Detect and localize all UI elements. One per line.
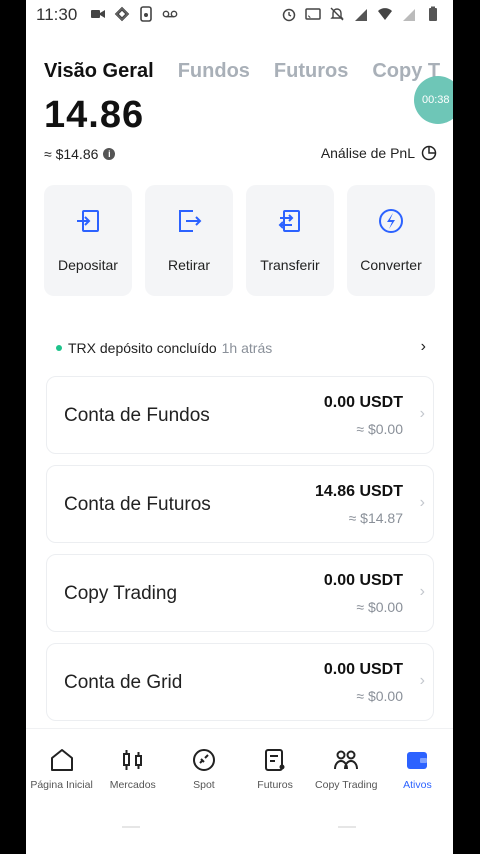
tab-funds[interactable]: Fundos bbox=[178, 60, 250, 83]
nav-label: Futuros bbox=[257, 779, 293, 791]
markets-icon bbox=[122, 750, 142, 770]
account-tabs: Visão Geral Fundos Futuros Copy T bbox=[44, 60, 440, 83]
withdraw-button[interactable]: Retirar bbox=[145, 185, 233, 296]
screen-recorder-timer[interactable]: 00:38 bbox=[414, 76, 453, 124]
deposit-icon bbox=[77, 210, 99, 232]
wifi-icon bbox=[378, 8, 392, 20]
gesture-mark bbox=[122, 826, 140, 828]
battery-icon bbox=[429, 6, 437, 21]
nav-label: Mercados bbox=[109, 779, 156, 791]
transfer-button[interactable]: Transferir bbox=[246, 185, 334, 296]
status-dot bbox=[56, 345, 62, 351]
nav-label: Copy Trading bbox=[315, 779, 378, 791]
transfer-label: Transferir bbox=[260, 257, 320, 273]
account-amount: 14.86 USDT bbox=[314, 483, 403, 500]
account-fiat: ≈ $0.00 bbox=[356, 421, 403, 437]
deposit-notice[interactable]: TRX depósito concluído 1h atrás › bbox=[56, 338, 426, 358]
nav-label: Spot bbox=[193, 779, 215, 791]
pie-chart-icon bbox=[421, 145, 437, 161]
status-left-icons bbox=[90, 6, 178, 22]
notice-time: 1h atrás bbox=[221, 340, 273, 356]
convert-icon bbox=[379, 209, 403, 233]
voicemail-icon bbox=[162, 10, 178, 18]
withdraw-icon bbox=[179, 210, 202, 232]
nav-copy-trading[interactable]: Copy Trading bbox=[311, 729, 382, 800]
assets-icon bbox=[407, 752, 428, 769]
chevron-right-icon: › bbox=[419, 494, 425, 511]
account-card-futures[interactable]: Conta de Futuros 14.86 USDT ≈ $14.87 › bbox=[46, 465, 434, 543]
balance-approx: ≈ $14.86 i bbox=[44, 146, 116, 162]
deposit-label: Depositar bbox=[58, 257, 118, 273]
info-icon[interactable]: i bbox=[103, 148, 116, 160]
account-fiat: ≈ $0.00 bbox=[356, 688, 403, 704]
account-card-grid[interactable]: Conta de Grid 0.00 USDT ≈ $0.00 › bbox=[46, 643, 434, 721]
account-amount: 0.00 USDT bbox=[323, 661, 403, 678]
convert-button[interactable]: Converter bbox=[347, 185, 435, 296]
nav-markets[interactable]: Mercados bbox=[97, 729, 168, 800]
nav-label: Página Inicial bbox=[30, 779, 93, 791]
nav-assets[interactable]: Ativos bbox=[382, 729, 453, 800]
video-icon bbox=[91, 10, 105, 18]
chevron-right-icon: › bbox=[419, 405, 425, 422]
chevron-right-icon: › bbox=[419, 672, 425, 689]
gesture-bar bbox=[26, 800, 453, 854]
app-screen: 11:30 Visão Geral Fundos Futuros Copy T … bbox=[26, 0, 453, 854]
account-name: Conta de Fundos bbox=[64, 405, 210, 426]
account-card-funds[interactable]: Conta de Fundos 0.00 USDT ≈ $0.00 › bbox=[46, 376, 434, 454]
nav-home[interactable]: Página Inicial bbox=[26, 729, 97, 800]
status-bar: 11:30 bbox=[26, 0, 453, 32]
status-time: 11:30 bbox=[36, 5, 78, 24]
balance-fiat: ≈ $14.86 bbox=[44, 146, 99, 162]
pnl-label: Análise de PnL bbox=[320, 145, 415, 161]
account-name: Conta de Futuros bbox=[64, 494, 211, 515]
convert-label: Converter bbox=[360, 257, 422, 273]
tab-overview[interactable]: Visão Geral bbox=[44, 60, 154, 83]
pnl-analysis-link[interactable]: Análise de PnL bbox=[321, 145, 437, 161]
quick-actions: Depositar Retirar Transferir Converter bbox=[44, 185, 435, 296]
bottom-navigation: Página Inicial Mercados Spot Futuros Cop… bbox=[26, 728, 453, 800]
withdraw-label: Retirar bbox=[167, 257, 210, 273]
signal-4g-icon bbox=[355, 9, 367, 21]
nav-label: Ativos bbox=[403, 779, 432, 791]
alarm-icon bbox=[282, 8, 296, 22]
nav-futures[interactable]: Futuros bbox=[240, 729, 311, 800]
account-name: Copy Trading bbox=[64, 583, 178, 604]
nav-spot[interactable]: Spot bbox=[168, 729, 239, 800]
cast-icon bbox=[305, 8, 321, 20]
phone-icon bbox=[140, 6, 152, 22]
spot-icon bbox=[192, 749, 215, 771]
gesture-mark bbox=[338, 826, 356, 828]
account-name: Conta de Grid bbox=[64, 672, 183, 693]
futures-icon bbox=[265, 749, 285, 771]
account-fiat: ≈ $14.87 bbox=[348, 510, 403, 526]
account-fiat: ≈ $0.00 bbox=[356, 599, 403, 615]
chevron-right-icon: › bbox=[420, 338, 426, 355]
deposit-button[interactable]: Depositar bbox=[44, 185, 132, 296]
copy-trading-icon bbox=[334, 750, 359, 770]
signal-icon bbox=[403, 9, 415, 21]
total-balance: 14.86 bbox=[44, 94, 145, 136]
mute-icon bbox=[330, 7, 344, 21]
transfer-icon bbox=[278, 210, 300, 232]
account-card-copy-trading[interactable]: Copy Trading 0.00 USDT ≈ $0.00 › bbox=[46, 554, 434, 632]
tab-futures[interactable]: Futuros bbox=[274, 60, 348, 83]
account-amount: 0.00 USDT bbox=[323, 394, 403, 411]
status-right-icons bbox=[281, 6, 441, 22]
chevron-right-icon: › bbox=[419, 583, 425, 600]
home-icon bbox=[50, 749, 73, 771]
binance-icon bbox=[114, 6, 130, 22]
account-amount: 0.00 USDT bbox=[323, 572, 403, 589]
notice-text: TRX depósito concluído bbox=[68, 340, 217, 356]
